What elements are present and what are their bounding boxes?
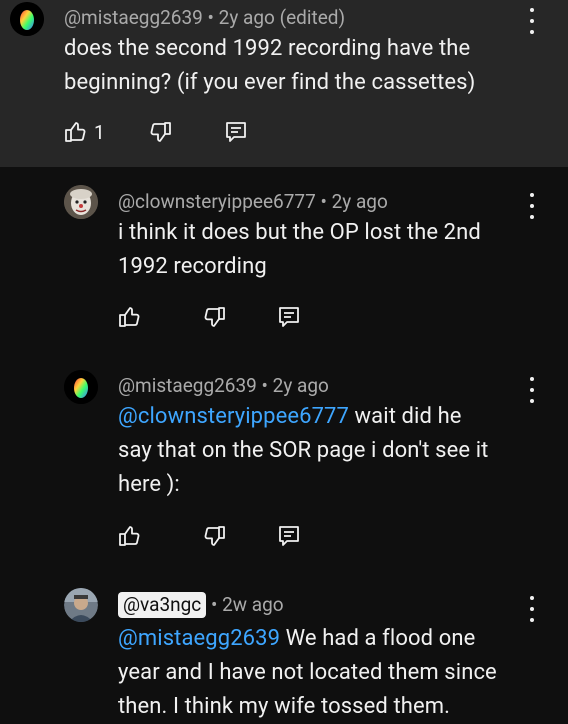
dislike-button[interactable] <box>202 524 226 548</box>
avatar[interactable] <box>64 185 98 219</box>
like-button[interactable] <box>118 305 142 329</box>
more-options-button[interactable] <box>522 596 542 622</box>
comment-meta: @clownsteryippee6777 • 2y ago <box>118 190 388 213</box>
timestamp: 2w ago <box>222 593 284 616</box>
author-handle[interactable]: @mistaegg2639 <box>64 6 203 29</box>
dislike-button[interactable] <box>202 305 226 329</box>
reply-button[interactable] <box>277 524 301 548</box>
more-options-button[interactable] <box>522 8 542 34</box>
thumbs-up-icon <box>119 307 140 327</box>
comment-text: @clownsteryippee6777 wait did he say tha… <box>118 404 489 497</box>
comment-text: @mistaegg2639 We had a flood one year an… <box>118 626 497 719</box>
thumbs-up-icon <box>65 122 86 142</box>
mention-link[interactable]: @mistaegg2639 <box>118 626 280 651</box>
thumbs-up-icon <box>119 526 140 546</box>
dislike-button[interactable] <box>148 120 172 144</box>
comment-meta: @mistaegg2639 • 2y ago <box>118 374 329 397</box>
thumbs-down-icon <box>150 122 171 142</box>
author-handle-chip[interactable]: @va3ngc <box>118 592 207 618</box>
reply-button[interactable] <box>277 305 301 329</box>
thumbs-down-icon <box>204 307 225 327</box>
mention-link[interactable]: @clownsteryippee6777 <box>118 404 349 429</box>
author-handle[interactable]: @clownsteryippee6777 <box>118 190 316 213</box>
more-options-button[interactable] <box>522 377 542 403</box>
comment-meta: @va3ngc • 2w ago <box>118 592 284 618</box>
avatar[interactable] <box>64 370 98 404</box>
author-handle[interactable]: @mistaegg2639 <box>118 374 257 397</box>
reply-icon <box>279 307 299 327</box>
avatar[interactable] <box>10 2 44 36</box>
timestamp: 2y ago <box>331 190 388 213</box>
comment-text: does the second 1992 recording have the … <box>64 36 476 95</box>
comment-meta: @mistaegg2639 • 2y ago (edited) <box>64 6 346 29</box>
reply-button[interactable] <box>224 120 248 144</box>
like-count: 1 <box>94 121 105 144</box>
like-button[interactable] <box>118 524 142 548</box>
timestamp: 2y ago (edited) <box>218 6 346 29</box>
like-button[interactable] <box>64 120 88 144</box>
reply-icon <box>226 122 246 142</box>
avatar[interactable] <box>64 588 98 622</box>
comment-text: i think it does but the OP lost the 2nd … <box>118 220 481 279</box>
reply-icon <box>279 526 299 546</box>
thumbs-down-icon <box>204 526 225 546</box>
timestamp: 2y ago <box>272 374 329 397</box>
more-options-button[interactable] <box>522 193 542 219</box>
